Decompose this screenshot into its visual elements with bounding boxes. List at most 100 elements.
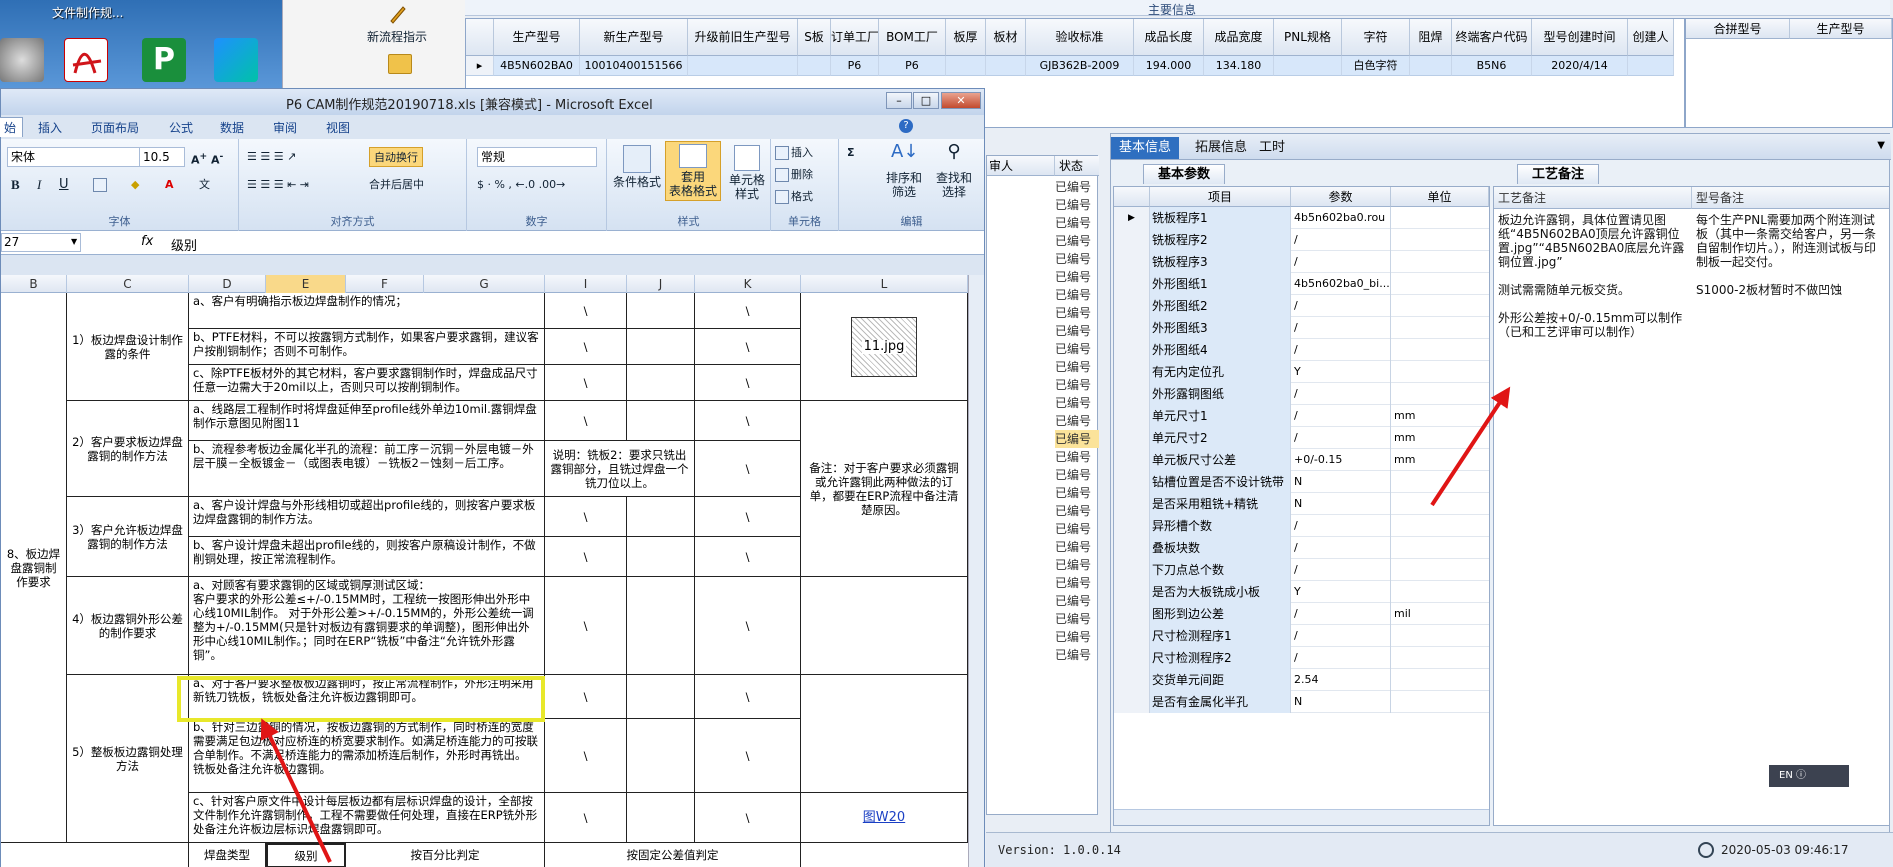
param-value[interactable]: Y [1291,581,1391,603]
col-header-k[interactable]: K [695,275,801,293]
row-header[interactable] [1114,625,1150,647]
row-header[interactable] [1114,581,1150,603]
status-cell[interactable]: 已编号 [1055,412,1099,430]
grow-font-button[interactable]: A+ A- [191,147,223,167]
param-value[interactable]: / [1291,383,1391,405]
param-value[interactable]: / [1291,339,1391,361]
param-row[interactable]: 外形露铜图纸 / [1114,383,1489,405]
tab-review[interactable]: 审阅 [273,119,297,136]
status-cell[interactable]: 已编号 [1055,646,1099,664]
status-cell[interactable]: 已编号 [1055,466,1099,484]
row-header[interactable] [1114,669,1150,691]
param-value[interactable]: N [1291,493,1391,515]
underline-button[interactable]: U [59,175,69,195]
table-format-button[interactable]: 套用 表格格式 [665,141,721,201]
grid-cell[interactable]: 2020/4/14 [1532,56,1628,76]
row-indicator[interactable]: ▸ [466,56,494,76]
grid-col-header[interactable]: 成品长度 [1134,19,1204,56]
model-remark-text[interactable]: 每个生产PNL需要加两个附连测试板（其中一条需交给客户，另一条自留制作切片。），… [1696,213,1886,297]
row-header[interactable]: ▶ [1114,207,1150,229]
grid-cell[interactable]: 134.180 [1204,56,1274,76]
param-value[interactable]: 4b5n602ba0.rou [1291,207,1391,229]
fill-color-button[interactable]: ◆ [131,175,139,195]
basic-params-table[interactable]: 项目 参数 单位 ▶ 铣板程序1 4b5n602ba0.rou 铣板程序2/铣板程序3… [1113,186,1490,826]
w20-link[interactable]: 图W20 [863,810,905,825]
rule-text-cell[interactable]: c、针对客户原文件中设计每层板边都有层标识焊盘的设计，全部按文件制作允许露铜制作… [189,793,545,843]
param-row[interactable]: 有无内定位孔 Y [1114,361,1489,383]
merge-center-button[interactable]: 合并后居中 [369,175,424,195]
tab-insert[interactable]: 插入 [38,119,62,136]
wrap-text-button[interactable]: 自动换行 [369,147,423,167]
app-p-icon[interactable]: P [142,38,186,82]
param-value[interactable]: / [1291,537,1391,559]
grid-cell[interactable] [688,56,798,76]
param-row[interactable]: 异形槽个数 / [1114,515,1489,537]
param-header-value[interactable]: 参数 [1291,187,1391,207]
grid-cell[interactable]: GJB362B-2009 [1026,56,1134,76]
grid-cell[interactable]: 10010400151566 [580,56,688,76]
tab-home[interactable]: 始 [0,117,24,137]
subtab-basic-params[interactable]: 基本参数 [1143,164,1226,184]
grid-col-header[interactable]: 验收标准 [1026,19,1134,56]
excel-titlebar[interactable]: P6 CAM制作规范20190718.xls [兼容模式] - Microsof… [1,89,984,115]
status-cell[interactable]: 已编号 [1055,574,1099,592]
param-header-item[interactable]: 项目 [1150,187,1291,207]
grid-col-header[interactable]: 板材 [986,19,1026,56]
row-header[interactable] [1114,405,1150,427]
row-header[interactable] [1114,537,1150,559]
align-left-button[interactable]: ☰ ☰ ☰ ⇤ ⇥ [247,175,309,195]
param-row[interactable]: 图形到边公差 / mil [1114,603,1489,625]
param-value[interactable]: / [1291,229,1391,251]
row-header[interactable] [1114,559,1150,581]
grid-col-header[interactable]: BOM工厂 [879,19,946,56]
conditional-format-button[interactable]: 条件格式 [613,145,661,189]
col-header-c[interactable]: C [67,275,189,293]
grid-cell[interactable] [1410,56,1452,76]
status-cell[interactable]: 已编号 [1055,340,1099,358]
font-color-button[interactable]: A [165,175,174,195]
grid-cell[interactable] [946,56,986,76]
backslash-cell[interactable]: \ [695,401,801,441]
param-row[interactable]: 钻槽位置是否不设计铣带 N [1114,471,1489,493]
status-cell[interactable]: 已编号 [1055,178,1099,196]
param-row[interactable]: 叠板块数 / [1114,537,1489,559]
rule-text-cell[interactable]: a、对顾客有要求露铜的区域或铜厚测试区域： 客户要求的外形公差≤+/-0.15M… [189,577,545,675]
backslash-cell[interactable]: \ [695,719,801,793]
maximize-button[interactable]: □ [913,92,939,109]
backslash-cell[interactable]: \ [695,497,801,537]
minimize-button[interactable]: – [886,92,912,109]
empty-cell[interactable] [1,843,189,867]
grid-cell[interactable]: P6 [879,56,946,76]
empty-cell[interactable] [801,675,968,793]
col-header-g[interactable]: G [424,275,545,293]
backslash-cell[interactable]: \ [695,577,801,675]
folder-icon[interactable] [388,54,412,74]
grid-col-header[interactable]: 板厚 [946,19,986,56]
status-cell[interactable]: 已编号 [1055,628,1099,646]
status-cell[interactable]: 已编号 [1055,250,1099,268]
grid-col-header[interactable]: 创建人 [1628,19,1674,56]
status-cell[interactable]: 已编号 [1055,592,1099,610]
param-row[interactable]: ▶ 铣板程序1 4b5n602ba0.rou [1114,207,1489,229]
param-row[interactable]: 单元尺寸2/mm [1114,427,1489,449]
row-header[interactable] [1114,691,1150,713]
param-row[interactable]: 铣板程序3/ [1114,251,1489,273]
align-top-button[interactable]: ☰ ☰ ☰ ↗ [247,147,296,167]
param-value[interactable]: / [1291,559,1391,581]
link-cell[interactable]: 图W20 [801,793,968,843]
backslash-cell[interactable]: \ [695,365,801,401]
row-header[interactable] [1114,647,1150,669]
backslash-cell[interactable]: \ [545,719,627,793]
param-row[interactable]: 是否采用粗铣+精铣 N [1114,493,1489,515]
col-header-merge-model[interactable]: 合拼型号 [1686,19,1790,39]
status-cell[interactable]: 已编号 [1055,484,1099,502]
param-value[interactable]: 2.54 [1291,669,1391,691]
row-header[interactable] [1114,493,1150,515]
param-row[interactable]: 单元尺寸1/mm [1114,405,1489,427]
image-thumbnail[interactable]: 11.jpg [851,316,917,377]
status-cell[interactable]: 已编号 [1055,376,1099,394]
backslash-cell[interactable]: \ [545,793,627,843]
param-row[interactable]: 外形图纸4/ [1114,339,1489,361]
section-label-cell[interactable]: 8、板边焊盘露铜制作要求 [1,293,67,843]
row-header[interactable] [1114,383,1150,405]
